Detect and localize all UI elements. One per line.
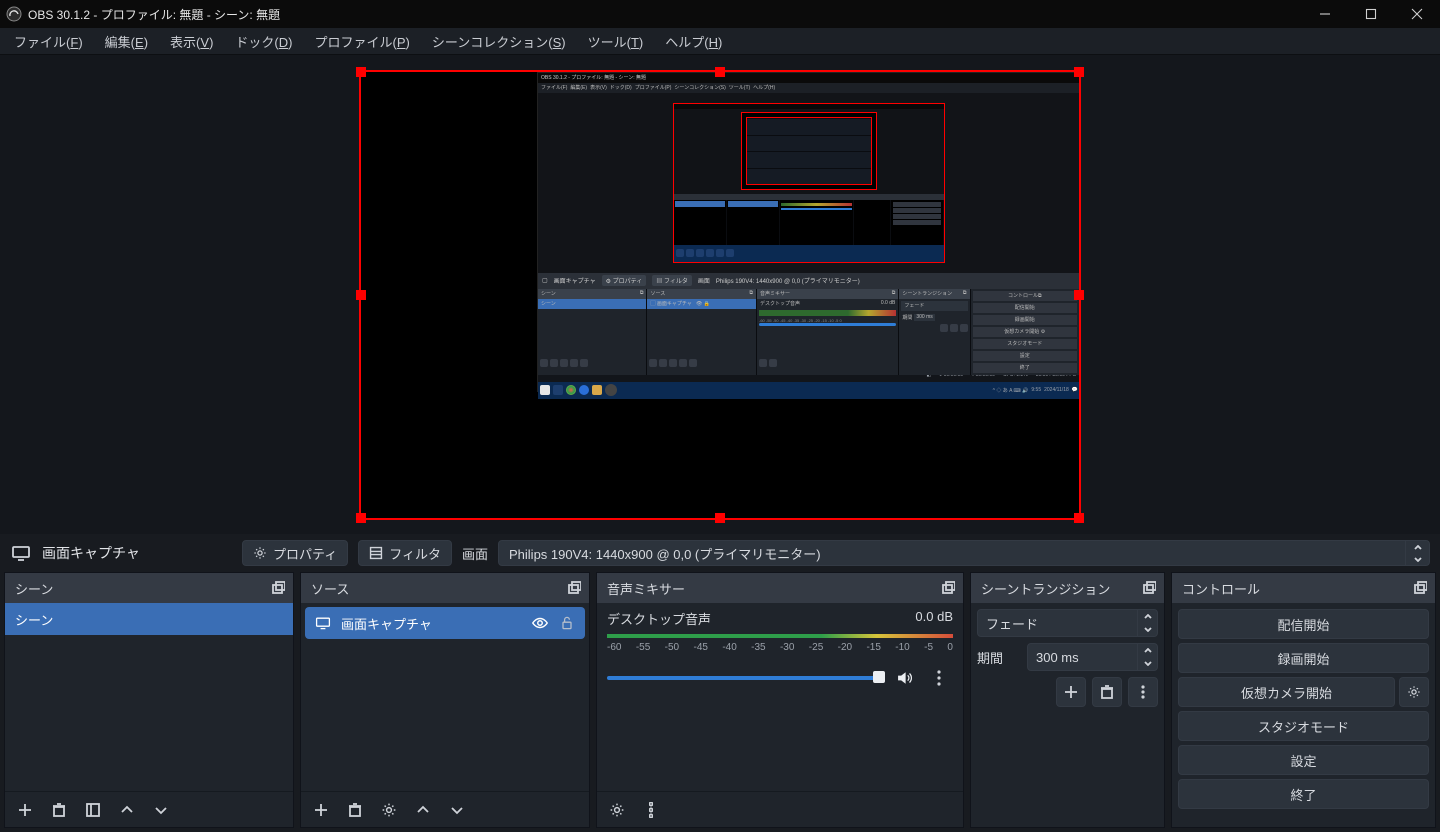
display-capture-icon [10, 542, 32, 564]
remove-scene-button[interactable] [45, 796, 73, 824]
menu-tools[interactable]: ツール(T) [578, 29, 654, 54]
popout-icon[interactable] [939, 579, 957, 597]
scenes-dock: シーン シーン [4, 572, 294, 828]
controls-dock: コントロール 配信開始 録画開始 仮想カメラ開始 スタジオモード 設定 終了 [1171, 572, 1436, 828]
mixer-menu-button[interactable] [637, 796, 665, 824]
move-source-down-button[interactable] [443, 796, 471, 824]
mixer-channel-menu[interactable] [925, 664, 953, 692]
mixer-meter: -60-55-50-45-40-35-30-25-20-15-10-50 [607, 634, 953, 658]
resize-handle-tl[interactable] [356, 67, 366, 77]
minimize-button[interactable] [1302, 0, 1348, 28]
transitions-dock: シーントランジション フェード 期間 300 ms [970, 572, 1165, 828]
settings-button[interactable]: 設定 [1178, 745, 1429, 775]
display-capture-icon [315, 615, 331, 631]
studio-mode-button[interactable]: スタジオモード [1178, 711, 1429, 741]
popout-icon[interactable] [1140, 579, 1158, 597]
add-scene-button[interactable] [11, 796, 39, 824]
move-scene-down-button[interactable] [147, 796, 175, 824]
volume-slider[interactable] [607, 676, 885, 680]
filters-button[interactable]: フィルタ [358, 540, 452, 566]
start-recording-button[interactable]: 録画開始 [1178, 643, 1429, 673]
screen-select-value: Philips 190V4: 1440x900 @ 0,0 (プライマリモニター… [499, 544, 1405, 563]
menu-view[interactable]: 表示(V) [160, 29, 223, 54]
mixer-channel-name: デスクトップ音声 [607, 609, 711, 628]
preview-area[interactable]: OBS 30.1.2 - プロファイル: 無題 - シーン: 無題 ファイル(F… [0, 54, 1440, 534]
properties-button[interactable]: プロパティ [242, 540, 348, 566]
mixer-channel: デスクトップ音声 0.0 dB -60-55-50-45-40-35-30-25… [597, 603, 963, 698]
start-virtual-cam-button[interactable]: 仮想カメラ開始 [1178, 677, 1395, 707]
menu-docks[interactable]: ドック(D) [225, 29, 302, 54]
menu-help[interactable]: ヘルプ(H) [655, 29, 732, 54]
screen-select[interactable]: Philips 190V4: 1440x900 @ 0,0 (プライマリモニター… [498, 540, 1430, 566]
transition-select[interactable]: フェード [977, 609, 1158, 637]
resize-handle-bc[interactable] [715, 513, 725, 523]
menubar: ファイル(F) 編集(E) 表示(V) ドック(D) プロファイル(P) シーン… [0, 28, 1440, 54]
mixer-dock-header[interactable]: 音声ミキサー [597, 573, 963, 603]
scenes-dock-header[interactable]: シーン [5, 573, 293, 603]
resize-handle-ml[interactable] [356, 290, 366, 300]
move-source-up-button[interactable] [409, 796, 437, 824]
resize-handle-br[interactable] [1074, 513, 1084, 523]
maximize-button[interactable] [1348, 0, 1394, 28]
visibility-toggle[interactable] [531, 614, 549, 632]
popout-icon[interactable] [1411, 579, 1429, 597]
screen-field-label: 画面 [462, 544, 488, 563]
source-info-bar: 画面キャプチャ プロパティ フィルタ 画面 Philips 190V4: 144… [0, 534, 1440, 572]
remove-source-button[interactable] [341, 796, 369, 824]
menu-profile[interactable]: プロファイル(P) [305, 29, 420, 54]
sources-dock-header[interactable]: ソース [301, 573, 589, 603]
menu-file[interactable]: ファイル(F) [4, 29, 93, 54]
audio-mixer-dock: 音声ミキサー デスクトップ音声 0.0 dB -60-55-50-45-40-3… [596, 572, 964, 828]
popout-icon[interactable] [565, 579, 583, 597]
add-transition-button[interactable] [1056, 677, 1086, 707]
virtual-cam-settings-button[interactable] [1399, 677, 1429, 707]
remove-transition-button[interactable] [1092, 677, 1122, 707]
mute-button[interactable] [893, 666, 917, 690]
screen-select-spinner[interactable] [1405, 541, 1429, 565]
scene-item[interactable]: シーン [5, 603, 293, 635]
titlebar: OBS 30.1.2 - プロファイル: 無題 - シーン: 無題 [0, 0, 1440, 28]
duration-input[interactable]: 300 ms [1027, 643, 1158, 671]
add-source-button[interactable] [307, 796, 335, 824]
menu-edit[interactable]: 編集(E) [95, 29, 158, 54]
selected-source-name: 画面キャプチャ [42, 543, 232, 563]
exit-button[interactable]: 終了 [1178, 779, 1429, 809]
source-item[interactable]: 画面キャプチャ [305, 607, 585, 639]
start-streaming-button[interactable]: 配信開始 [1178, 609, 1429, 639]
close-button[interactable] [1394, 0, 1440, 28]
duration-label: 期間 [977, 648, 1021, 667]
move-scene-up-button[interactable] [113, 796, 141, 824]
mixer-settings-button[interactable] [603, 796, 631, 824]
mixer-channel-db: 0.0 dB [915, 609, 953, 628]
obs-logo-icon [6, 6, 22, 22]
sources-dock: ソース 画面キャプチャ [300, 572, 590, 828]
resize-handle-tr[interactable] [1074, 67, 1084, 77]
transition-menu-button[interactable] [1128, 677, 1158, 707]
scene-filters-button[interactable] [79, 796, 107, 824]
transitions-dock-header[interactable]: シーントランジション [971, 573, 1164, 603]
lock-toggle[interactable] [559, 615, 575, 631]
preview-canvas[interactable]: OBS 30.1.2 - プロファイル: 無題 - シーン: 無題 ファイル(F… [359, 70, 1081, 520]
resize-handle-bl[interactable] [356, 513, 366, 523]
preview-selection-outline[interactable] [359, 70, 1081, 520]
source-properties-button[interactable] [375, 796, 403, 824]
popout-icon[interactable] [269, 579, 287, 597]
window-title: OBS 30.1.2 - プロファイル: 無題 - シーン: 無題 [28, 6, 280, 23]
menu-scenes[interactable]: シーンコレクション(S) [422, 29, 576, 54]
controls-dock-header[interactable]: コントロール [1172, 573, 1435, 603]
resize-handle-tc[interactable] [715, 67, 725, 77]
resize-handle-mr[interactable] [1074, 290, 1084, 300]
